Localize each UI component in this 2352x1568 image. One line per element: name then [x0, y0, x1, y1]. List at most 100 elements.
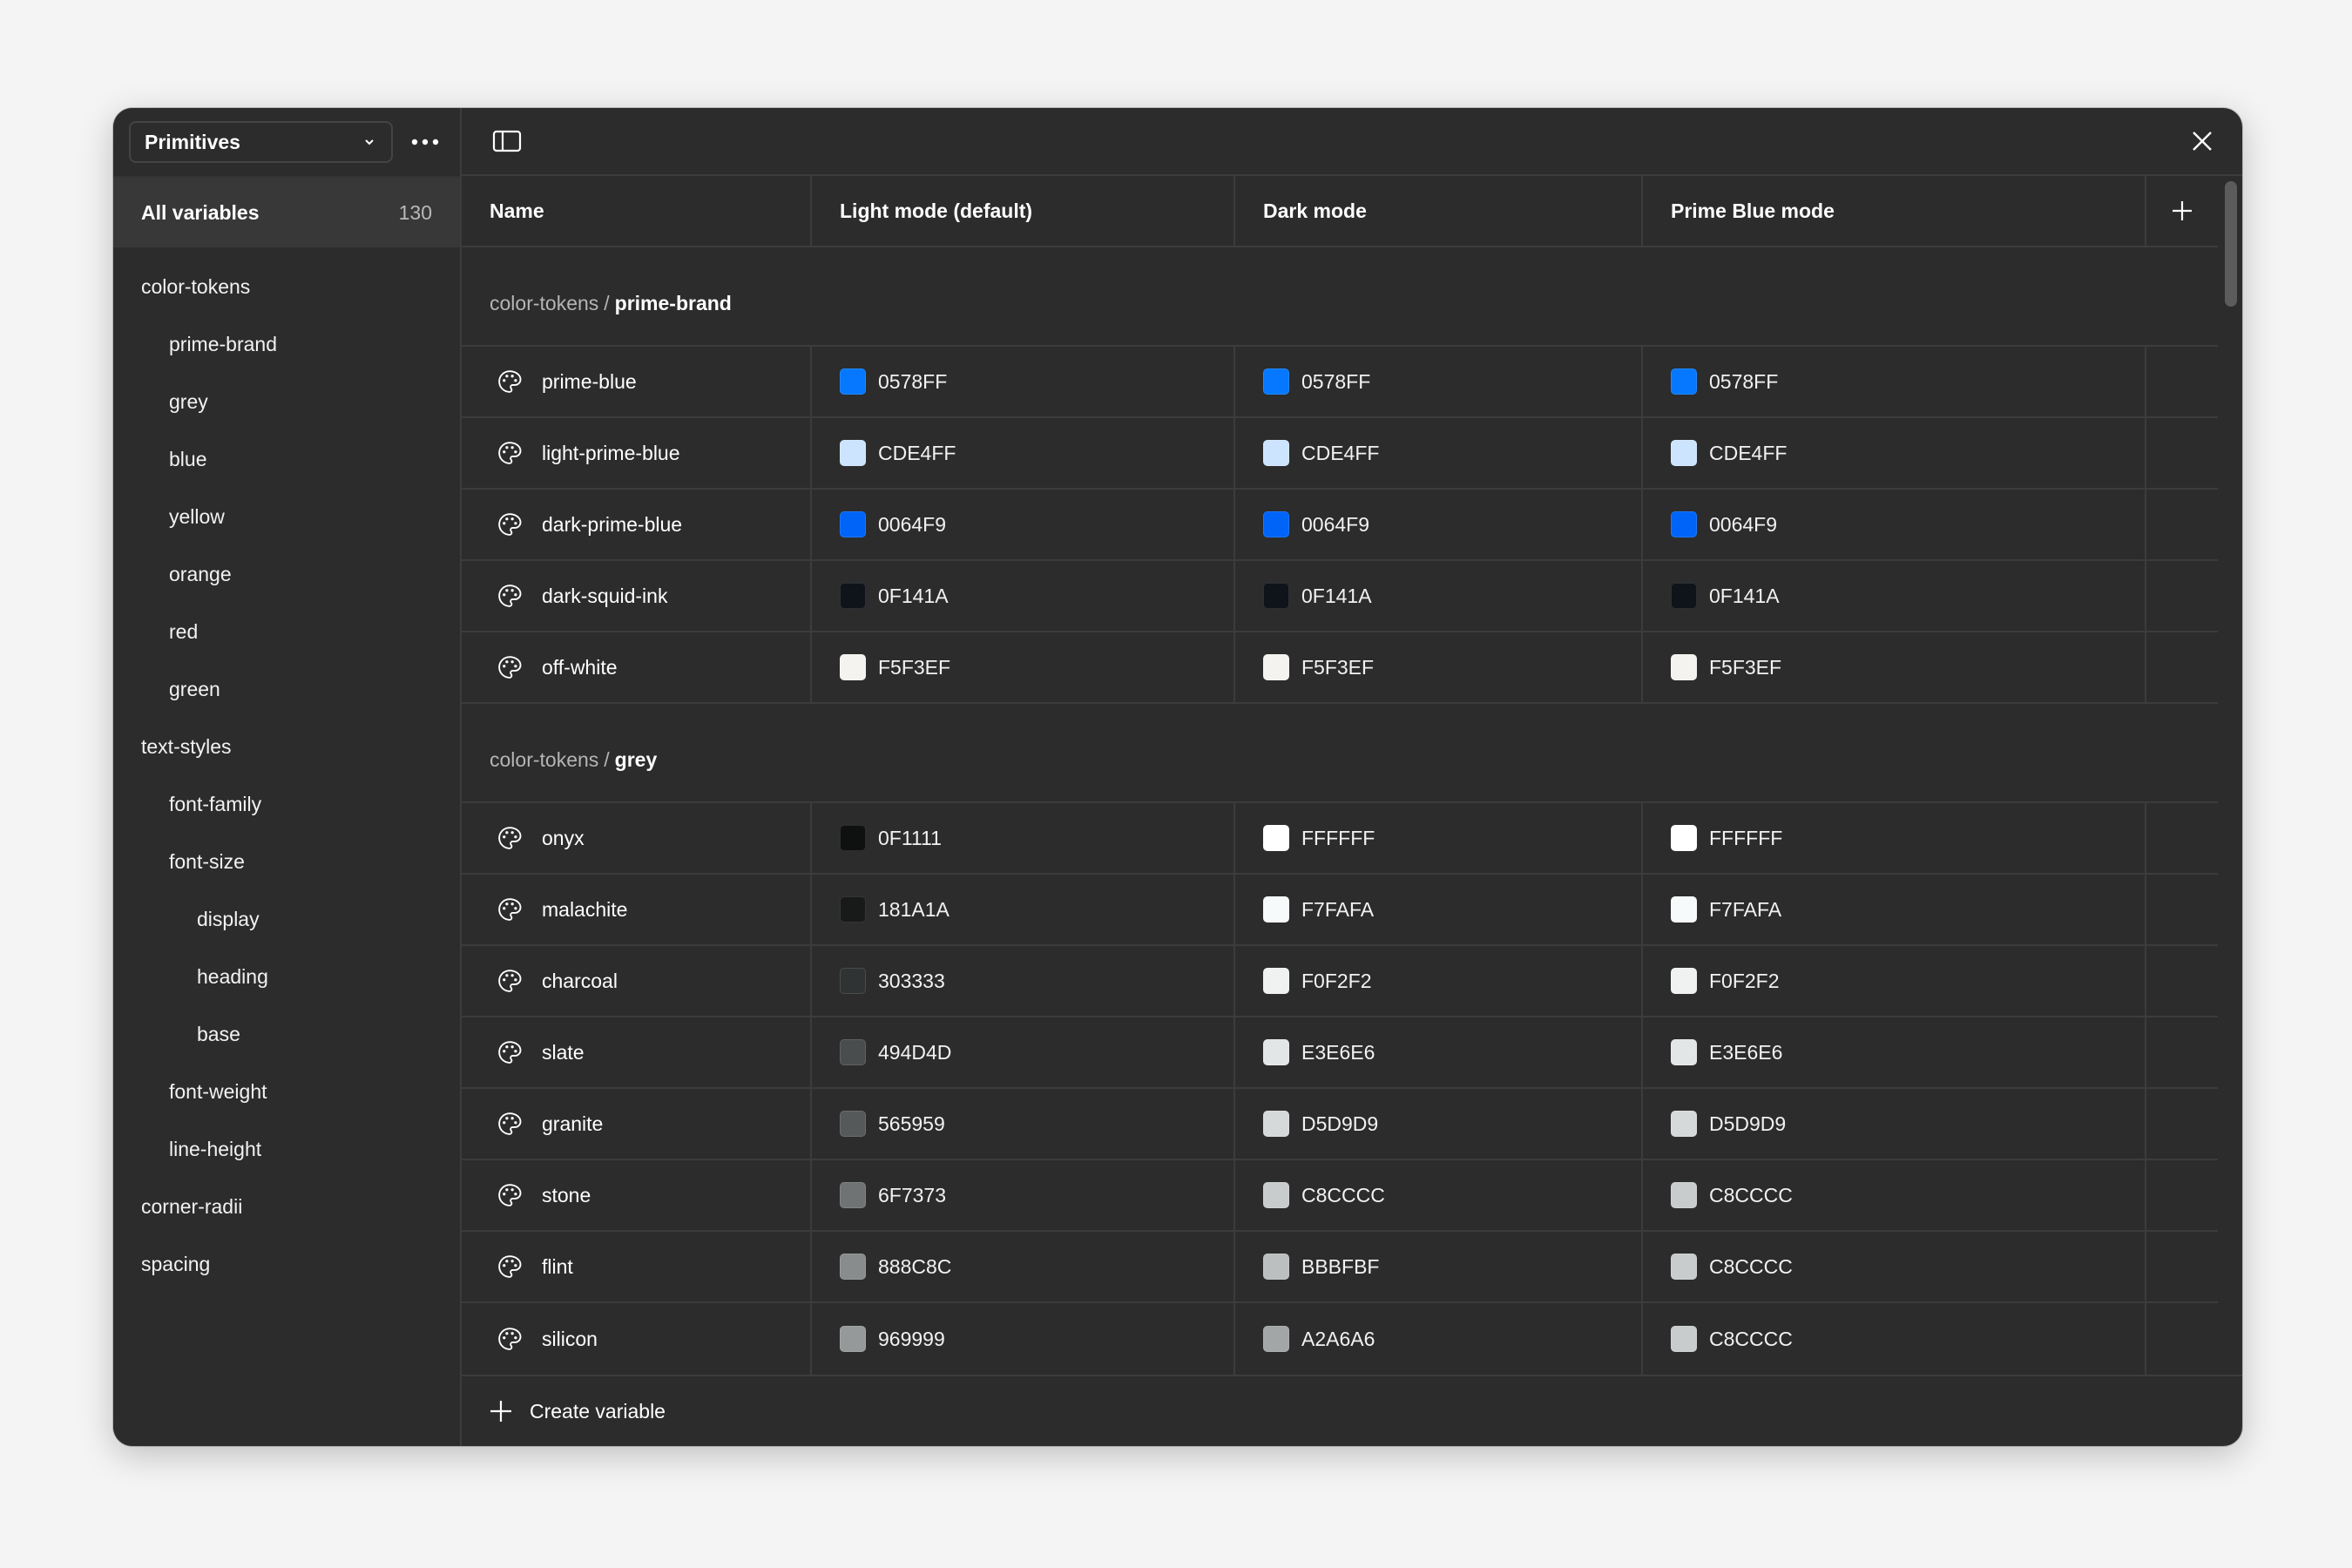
sidebar-group-line-height[interactable]: line-height [113, 1120, 460, 1178]
sidebar-group-color-tokens[interactable]: color-tokens [113, 258, 460, 315]
value-cell-light-mode[interactable]: 0064F9 [812, 490, 1235, 559]
value-cell-prime-blue-mode[interactable]: F0F2F2 [1643, 946, 2146, 1016]
variable-name-cell[interactable]: granite [462, 1089, 812, 1159]
value-cell-light-mode[interactable]: 0578FF [812, 347, 1235, 416]
variable-name: charcoal [542, 969, 618, 992]
more-options-button[interactable] [405, 121, 446, 163]
row-spacer-cell [2146, 490, 2218, 559]
sidebar-group-text-styles[interactable]: text-styles [113, 718, 460, 775]
variable-name-cell[interactable]: slate [462, 1017, 812, 1087]
color-swatch [840, 368, 866, 395]
value-cell-light-mode[interactable]: 888C8C [812, 1232, 1235, 1301]
variable-name-cell[interactable]: prime-blue [462, 347, 812, 416]
sidebar-group-font-family[interactable]: font-family [113, 775, 460, 833]
column-header-light-mode[interactable]: Light mode (default) [812, 176, 1235, 246]
value-cell-light-mode[interactable]: 303333 [812, 946, 1235, 1016]
color-hex-value: F0F2F2 [1709, 969, 1780, 992]
sidebar-group-blue[interactable]: blue [113, 430, 460, 488]
variable-name-cell[interactable]: off-white [462, 632, 812, 702]
variable-name-cell[interactable]: malachite [462, 875, 812, 944]
sidebar-group-green[interactable]: green [113, 660, 460, 718]
column-header-prime-blue-mode[interactable]: Prime Blue mode [1643, 176, 2146, 246]
color-swatch [1263, 1039, 1289, 1065]
value-cell-dark-mode[interactable]: F7FAFA [1235, 875, 1643, 944]
all-variables-item[interactable]: All variables 130 [113, 176, 460, 247]
sidebar-group-spacing[interactable]: spacing [113, 1235, 460, 1293]
sidebar-group-font-weight[interactable]: font-weight [113, 1063, 460, 1120]
value-cell-light-mode[interactable]: 0F1111 [812, 803, 1235, 873]
create-variable-button[interactable]: Create variable [462, 1375, 2242, 1446]
value-cell-dark-mode[interactable]: F0F2F2 [1235, 946, 1643, 1016]
table-row: dark-squid-ink 0F141A 0F141A 0F141A [462, 561, 2218, 632]
variable-name-cell[interactable]: stone [462, 1160, 812, 1230]
value-cell-dark-mode[interactable]: C8CCCC [1235, 1160, 1643, 1230]
value-cell-prime-blue-mode[interactable]: F7FAFA [1643, 875, 2146, 944]
value-cell-light-mode[interactable]: F5F3EF [812, 632, 1235, 702]
color-hex-value: FFFFFF [1709, 826, 1783, 849]
sidebar-group-base[interactable]: base [113, 1005, 460, 1063]
sidebar-group-prime-brand[interactable]: prime-brand [113, 315, 460, 373]
value-cell-prime-blue-mode[interactable]: 0064F9 [1643, 490, 2146, 559]
value-cell-prime-blue-mode[interactable]: C8CCCC [1643, 1232, 2146, 1301]
sidebar-group-font-size[interactable]: font-size [113, 833, 460, 890]
add-mode-button[interactable] [2146, 176, 2218, 246]
table-row: dark-prime-blue 0064F9 0064F9 0064F9 [462, 490, 2218, 561]
sidebar-group-grey[interactable]: grey [113, 373, 460, 430]
sidebar-group-display[interactable]: display [113, 890, 460, 948]
color-swatch [1671, 1326, 1697, 1352]
value-cell-light-mode[interactable]: 0F141A [812, 561, 1235, 631]
value-cell-light-mode[interactable]: 494D4D [812, 1017, 1235, 1087]
variable-name-cell[interactable]: flint [462, 1232, 812, 1301]
scrollbar-thumb[interactable] [2225, 181, 2237, 307]
sidebar-group-heading[interactable]: heading [113, 948, 460, 1005]
close-button[interactable] [2183, 122, 2221, 160]
palette-icon [497, 1182, 523, 1208]
value-cell-dark-mode[interactable]: F5F3EF [1235, 632, 1643, 702]
column-header-name[interactable]: Name [462, 176, 812, 246]
sidebar-group-red[interactable]: red [113, 603, 460, 660]
value-cell-dark-mode[interactable]: 0064F9 [1235, 490, 1643, 559]
column-header-dark-mode[interactable]: Dark mode [1235, 176, 1643, 246]
value-cell-prime-blue-mode[interactable]: C8CCCC [1643, 1160, 2146, 1230]
value-cell-prime-blue-mode[interactable]: F5F3EF [1643, 632, 2146, 702]
value-cell-dark-mode[interactable]: 0F141A [1235, 561, 1643, 631]
value-cell-dark-mode[interactable]: A2A6A6 [1235, 1303, 1643, 1375]
sidebar-group-yellow[interactable]: yellow [113, 488, 460, 545]
variable-name-cell[interactable]: onyx [462, 803, 812, 873]
variable-name: prime-blue [542, 369, 637, 393]
value-cell-light-mode[interactable]: 969999 [812, 1303, 1235, 1375]
value-cell-dark-mode[interactable]: D5D9D9 [1235, 1089, 1643, 1159]
value-cell-light-mode[interactable]: 6F7373 [812, 1160, 1235, 1230]
sidebar-group-corner-radii[interactable]: corner-radii [113, 1178, 460, 1235]
variable-name-cell[interactable]: dark-prime-blue [462, 490, 812, 559]
variable-name-cell[interactable]: light-prime-blue [462, 418, 812, 488]
value-cell-light-mode[interactable]: 565959 [812, 1089, 1235, 1159]
variable-name-cell[interactable]: charcoal [462, 946, 812, 1016]
value-cell-prime-blue-mode[interactable]: C8CCCC [1643, 1303, 2146, 1375]
value-cell-prime-blue-mode[interactable]: 0F141A [1643, 561, 2146, 631]
variable-name-cell[interactable]: dark-squid-ink [462, 561, 812, 631]
color-swatch [840, 1182, 866, 1208]
value-cell-prime-blue-mode[interactable]: CDE4FF [1643, 418, 2146, 488]
value-cell-prime-blue-mode[interactable]: E3E6E6 [1643, 1017, 2146, 1087]
value-cell-prime-blue-mode[interactable]: D5D9D9 [1643, 1089, 2146, 1159]
value-cell-dark-mode[interactable]: BBBFBF [1235, 1232, 1643, 1301]
value-cell-dark-mode[interactable]: E3E6E6 [1235, 1017, 1643, 1087]
color-hex-value: A2A6A6 [1301, 1327, 1375, 1350]
table-row: flint 888C8C BBBFBF C8CCCC [462, 1232, 2218, 1303]
scrollbar[interactable] [2225, 181, 2237, 1371]
value-cell-dark-mode[interactable]: 0578FF [1235, 347, 1643, 416]
collection-dropdown[interactable]: Primitives [129, 121, 393, 163]
variable-name-cell[interactable]: silicon [462, 1303, 812, 1375]
sidebar-toggle-button[interactable] [488, 122, 526, 160]
color-swatch [1671, 1254, 1697, 1280]
color-swatch [840, 440, 866, 466]
value-cell-prime-blue-mode[interactable]: FFFFFF [1643, 803, 2146, 873]
value-cell-light-mode[interactable]: CDE4FF [812, 418, 1235, 488]
value-cell-dark-mode[interactable]: FFFFFF [1235, 803, 1643, 873]
value-cell-prime-blue-mode[interactable]: 0578FF [1643, 347, 2146, 416]
sidebar-group-orange[interactable]: orange [113, 545, 460, 603]
color-swatch [840, 968, 866, 994]
value-cell-light-mode[interactable]: 181A1A [812, 875, 1235, 944]
value-cell-dark-mode[interactable]: CDE4FF [1235, 418, 1643, 488]
